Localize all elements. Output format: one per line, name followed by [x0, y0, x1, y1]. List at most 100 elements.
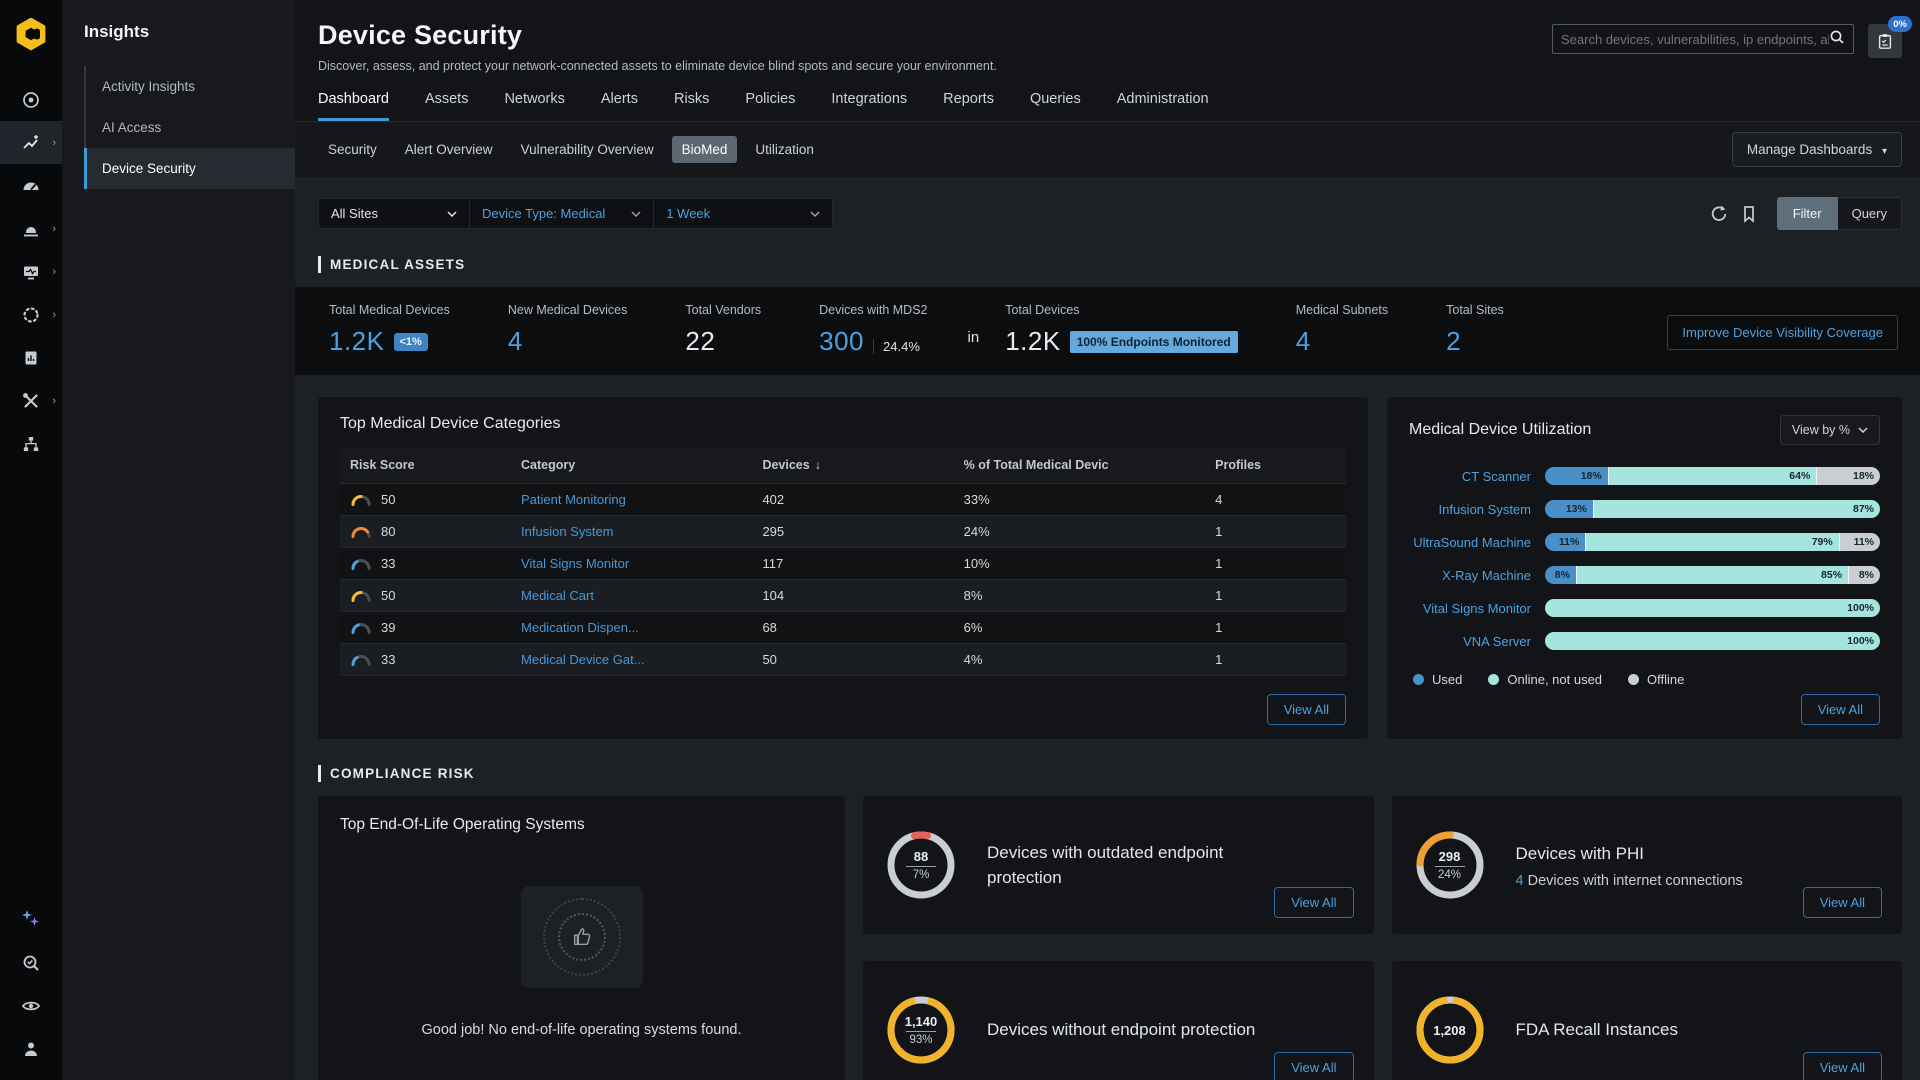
- tab-integrations[interactable]: Integrations: [831, 91, 907, 121]
- utilization-bar: 100%: [1545, 599, 1880, 617]
- dashboard-gauge-icon[interactable]: [0, 164, 62, 207]
- stat-value[interactable]: 4: [1296, 326, 1311, 357]
- view-all-button[interactable]: View All: [1801, 694, 1880, 725]
- tab-administration[interactable]: Administration: [1117, 91, 1209, 121]
- tab-networks[interactable]: Networks: [504, 91, 564, 121]
- subtab-biomed[interactable]: BioMed: [672, 136, 738, 163]
- stat-label: Total Medical Devices: [329, 303, 450, 317]
- category-link[interactable]: Vital Signs Monitor: [521, 556, 629, 571]
- donut-chart: 1,208: [1412, 992, 1488, 1068]
- reports-icon[interactable]: [0, 336, 62, 379]
- profiles-count: 1: [1205, 580, 1346, 612]
- stat-monitored-badge: 100% Endpoints Monitored: [1070, 331, 1238, 353]
- sites-dropdown[interactable]: All Sites: [319, 199, 470, 228]
- bookmark-icon[interactable]: [1739, 204, 1759, 224]
- subtab-vulnerability-overview[interactable]: Vulnerability Overview: [511, 136, 664, 163]
- search-check-icon[interactable]: [0, 941, 62, 984]
- category-link[interactable]: Infusion System: [521, 524, 614, 539]
- subtab-security[interactable]: Security: [318, 136, 387, 163]
- view-all-button[interactable]: View All: [1803, 1052, 1882, 1080]
- ai-sparkles-icon[interactable]: [0, 898, 62, 941]
- risk-gauge-icon: [350, 525, 372, 539]
- view-all-button[interactable]: View All: [1267, 694, 1346, 725]
- eye-icon[interactable]: [0, 984, 62, 1027]
- tab-policies[interactable]: Policies: [745, 91, 795, 121]
- category-link[interactable]: Patient Monitoring: [521, 492, 626, 507]
- sidebar-item-ai-access[interactable]: AI Access: [86, 107, 295, 148]
- sidebar-item-device-security[interactable]: Device Security: [86, 148, 295, 189]
- stat-total-sites: Total Sites 2: [1446, 303, 1504, 357]
- view-all-button[interactable]: View All: [1803, 887, 1882, 918]
- stat-devices-with-mds2: Devices with MDS2 30024.4%: [819, 303, 927, 357]
- utilization-device-link[interactable]: VNA Server: [1409, 634, 1531, 649]
- stat-value[interactable]: 22: [685, 326, 715, 357]
- utilization-device-link[interactable]: Infusion System: [1409, 502, 1531, 517]
- insights-icon[interactable]: ›: [0, 121, 62, 164]
- improve-visibility-button[interactable]: Improve Device Visibility Coverage: [1667, 315, 1898, 350]
- refresh-icon[interactable]: [1709, 204, 1729, 224]
- tab-assets[interactable]: Assets: [425, 91, 469, 121]
- device-type-dropdown[interactable]: Device Type: Medical: [470, 199, 654, 228]
- coverage-checklist-button[interactable]: 0%: [1868, 24, 1902, 58]
- risk-score-value: 50: [381, 492, 395, 507]
- subtab-alert-overview[interactable]: Alert Overview: [395, 136, 503, 163]
- col-devices[interactable]: Devices↓: [752, 447, 953, 484]
- utilization-device-link[interactable]: UltraSound Machine: [1409, 535, 1531, 550]
- tab-alerts[interactable]: Alerts: [601, 91, 638, 121]
- view-all-button[interactable]: View All: [1274, 1052, 1353, 1080]
- network-icon[interactable]: [0, 422, 62, 465]
- alerts-icon[interactable]: ›: [0, 207, 62, 250]
- tab-dashboard[interactable]: Dashboard: [318, 91, 389, 121]
- stat-value[interactable]: 4: [508, 326, 523, 357]
- insights-panel-title: Insights: [62, 0, 295, 66]
- category-link[interactable]: Medical Device Gat...: [521, 652, 645, 667]
- main-tabs: Dashboard Assets Networks Alerts Risks Polici…: [318, 91, 1902, 121]
- utilization-device-link[interactable]: Vital Signs Monitor: [1409, 601, 1531, 616]
- user-icon[interactable]: [0, 1027, 62, 1070]
- query-button[interactable]: Query: [1838, 197, 1902, 230]
- tools-icon[interactable]: ›: [0, 379, 62, 422]
- search-icon[interactable]: [1829, 29, 1845, 50]
- outdated-endpoint-card: 88 7% Devices with outdated endpoint pro…: [863, 796, 1374, 934]
- stat-value[interactable]: 1.2K: [329, 326, 385, 357]
- global-search: [1552, 24, 1854, 54]
- utilization-device-link[interactable]: CT Scanner: [1409, 469, 1531, 484]
- table-row: 80 Infusion System 295 24% 1: [340, 516, 1346, 548]
- devices-monitor-icon[interactable]: ›: [0, 250, 62, 293]
- risk-gauge-icon: [350, 653, 372, 667]
- time-range-dropdown-value: 1 Week: [666, 206, 784, 221]
- stat-value[interactable]: 300: [819, 326, 864, 357]
- armis-logo[interactable]: [13, 16, 49, 52]
- discovery-icon[interactable]: [0, 78, 62, 121]
- stat-sub-value: 24.4%: [873, 339, 920, 354]
- pct-of-total: 24%: [954, 516, 1206, 548]
- sidebar-item-activity-insights[interactable]: Activity Insights: [86, 66, 295, 107]
- time-range-dropdown[interactable]: 1 Week: [654, 199, 832, 228]
- col-risk-score[interactable]: Risk Score: [340, 447, 511, 484]
- col-pct-total[interactable]: % of Total Medical Devic: [954, 447, 1206, 484]
- donut-chart: 88 7%: [883, 827, 959, 903]
- category-link[interactable]: Medical Cart: [521, 588, 594, 603]
- col-profiles[interactable]: Profiles: [1205, 447, 1346, 484]
- utilization-device-link[interactable]: X-Ray Machine: [1409, 568, 1531, 583]
- filter-button[interactable]: Filter: [1777, 197, 1838, 230]
- activities-icon[interactable]: ›: [0, 293, 62, 336]
- tab-reports[interactable]: Reports: [943, 91, 994, 121]
- tab-risks[interactable]: Risks: [674, 91, 709, 121]
- col-category[interactable]: Category: [511, 447, 752, 484]
- category-link[interactable]: Medication Dispen...: [521, 620, 639, 635]
- subtab-utilization[interactable]: Utilization: [745, 136, 824, 163]
- stat-value[interactable]: 2: [1446, 326, 1461, 357]
- risk-score-value: 80: [381, 524, 395, 539]
- compliance-risk-section-label: COMPLIANCE RISK: [318, 765, 1902, 782]
- view-all-button[interactable]: View All: [1274, 887, 1353, 918]
- view-by-dropdown[interactable]: View by %: [1780, 415, 1880, 445]
- manage-dashboards-button[interactable]: Manage Dashboards ▾: [1732, 132, 1902, 167]
- donut-divider: [906, 866, 936, 867]
- pct-of-total: 4%: [954, 644, 1206, 676]
- stat-value[interactable]: 1.2K: [1005, 326, 1061, 357]
- tab-queries[interactable]: Queries: [1030, 91, 1081, 121]
- pct-of-total: 10%: [954, 548, 1206, 580]
- risk-score-value: 39: [381, 620, 395, 635]
- search-input[interactable]: [1561, 32, 1829, 47]
